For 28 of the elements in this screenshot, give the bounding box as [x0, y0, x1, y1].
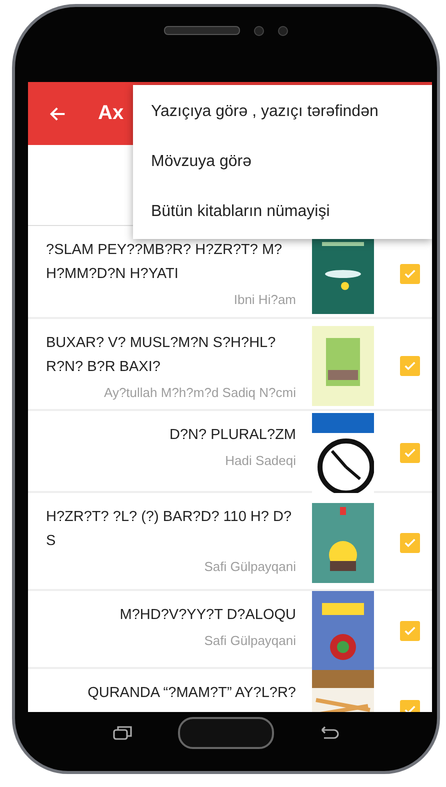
- check-icon: [403, 446, 417, 460]
- menu-item[interactable]: Yazıçıya görə , yazıçı tərəfindən: [133, 87, 432, 137]
- book-author: Safi Gülpayqani: [204, 559, 296, 574]
- book-title: QURANDA “?MAM?T” AY?L?R?: [88, 684, 296, 703]
- checkbox[interactable]: [400, 356, 420, 376]
- camera-lens: [254, 26, 264, 36]
- book-author: Ibni Hi?am: [234, 292, 296, 307]
- book-title: ?SLAM PEY??MB?R? H?ZR?T? M? H?MM?D?N H?YATI: [46, 241, 284, 284]
- book-author: Ay?tullah M?h?m?d Sadiq N?cmi: [104, 385, 296, 400]
- check-icon: [403, 624, 417, 638]
- home-button[interactable]: [178, 716, 274, 748]
- book-title: BUXAR? V? MUSL?M?N S?H?HL? R?N? B?R BAXI?: [46, 334, 277, 377]
- app-title: Ax: [98, 102, 124, 125]
- check-icon: [403, 536, 417, 550]
- checkbox[interactable]: [400, 264, 420, 284]
- book-title: D?N? PLURAL?ZM: [169, 426, 296, 445]
- sensor-dot: [278, 26, 288, 36]
- menu-item[interactable]: Mövzuya görə: [133, 137, 432, 187]
- book-title: M?HD?V?YY?T D?ALOQU: [120, 606, 296, 625]
- book-title: H?ZR?T? ?L? (?) BAR?D? 110 H? D?S: [46, 508, 293, 551]
- recent-apps-icon[interactable]: [112, 724, 134, 742]
- book-author: Safi Gülpayqani: [204, 633, 296, 648]
- check-icon: [403, 359, 417, 373]
- checkbox[interactable]: [400, 621, 420, 641]
- checkbox[interactable]: [400, 533, 420, 553]
- checkbox[interactable]: [400, 443, 420, 463]
- book-author: Hadi Sadeqi: [225, 453, 296, 468]
- menu-item[interactable]: Bütün kitabların nümayişi: [133, 187, 432, 237]
